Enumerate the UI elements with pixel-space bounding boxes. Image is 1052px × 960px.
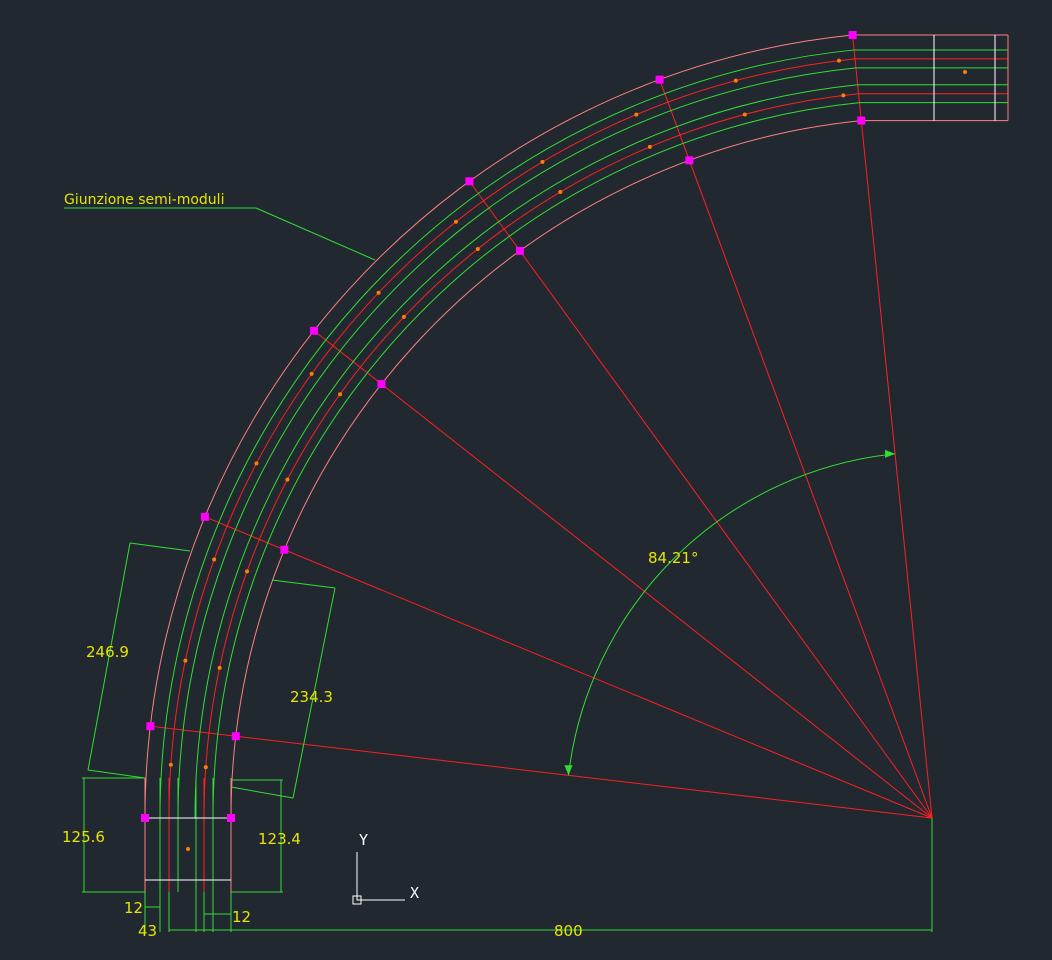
ucs-x-label: X (410, 884, 419, 902)
joint-grip (685, 156, 694, 165)
outer-straight-dimension: 125.6 (62, 828, 105, 846)
centerline-node (183, 658, 188, 663)
centerline-node (540, 159, 545, 164)
joint-grip (141, 814, 149, 822)
centerline-node (475, 247, 480, 252)
joint-grip (857, 116, 866, 125)
centerline-node (837, 58, 842, 63)
joint-grip (377, 380, 386, 389)
chord-extension (230, 786, 294, 799)
chord-extension (271, 579, 336, 589)
radial-line (149, 725, 933, 819)
radial-line (312, 329, 933, 819)
annotation-label: Giunzione semi-moduli (64, 192, 224, 208)
angle-dimension-label: 84.21° (648, 549, 698, 567)
cad-drawing[interactable]: Giunzione semi-moduli 84.21° 246.9 234.3… (0, 0, 1052, 960)
inner-chord-dimension: 234.3 (290, 688, 333, 706)
centerline-node (338, 392, 343, 397)
joint-grip (309, 326, 318, 335)
outer-rail-arc (159, 49, 855, 819)
centerline-node (634, 112, 639, 117)
radius-dimension: 800 (554, 922, 583, 940)
centerline-node (963, 70, 967, 74)
dimension-lines (64, 207, 933, 932)
joint-grip (231, 732, 240, 741)
joint-grip (848, 31, 857, 40)
joint-grip (515, 246, 524, 255)
centerline-node (254, 461, 259, 466)
centerline-node (212, 557, 217, 562)
centerline-node (647, 144, 652, 149)
centerline-node (841, 93, 846, 98)
annotation-leader (255, 207, 376, 261)
joint-grip (280, 545, 289, 554)
ucs-y-label: Y (359, 831, 368, 849)
centerline-node (217, 665, 222, 670)
joint-grip (465, 177, 474, 186)
ucs-icon: Y X (352, 831, 419, 905)
left-offset-dimension: 12 (124, 899, 143, 917)
centerline-node (309, 371, 314, 376)
radial-line (658, 78, 933, 819)
outer-boundary-arc (144, 34, 853, 819)
centerline-node (285, 477, 290, 482)
centerline-node (186, 847, 190, 851)
right-offset-dimension: 12 (232, 908, 251, 926)
outer-centerline-arc (168, 58, 856, 819)
centerline-node (742, 112, 747, 117)
joint-grip (146, 722, 155, 731)
chord-extension (129, 542, 191, 552)
inner-centerline-arc (203, 93, 859, 819)
centerline-node (453, 219, 458, 224)
radial-line (852, 33, 933, 819)
mid-rail-arc-outer (177, 67, 856, 819)
mid-rail-arc-inner (194, 84, 858, 819)
outer-chord-dimension: 246.9 (86, 643, 129, 661)
centerline-node (733, 78, 738, 83)
angle-arrowhead (564, 765, 573, 776)
centerline-node (203, 765, 208, 770)
joint-grip (655, 75, 664, 84)
track-geometry (141, 31, 1009, 892)
centerline-node (245, 569, 250, 574)
centerline-node (558, 190, 563, 195)
inner-width-dimension: 43 (138, 922, 157, 940)
inner-boundary-arc (230, 120, 862, 819)
angle-arrowhead (885, 449, 896, 458)
joint-grip (227, 814, 235, 822)
chord-extension (87, 769, 146, 779)
centerline-node (376, 290, 381, 295)
joint-grip (200, 512, 209, 521)
inner-straight-dimension: 123.4 (258, 830, 301, 848)
centerline-node (168, 762, 173, 767)
angle-dimension-arc (568, 453, 896, 776)
centerline-node (401, 314, 406, 319)
